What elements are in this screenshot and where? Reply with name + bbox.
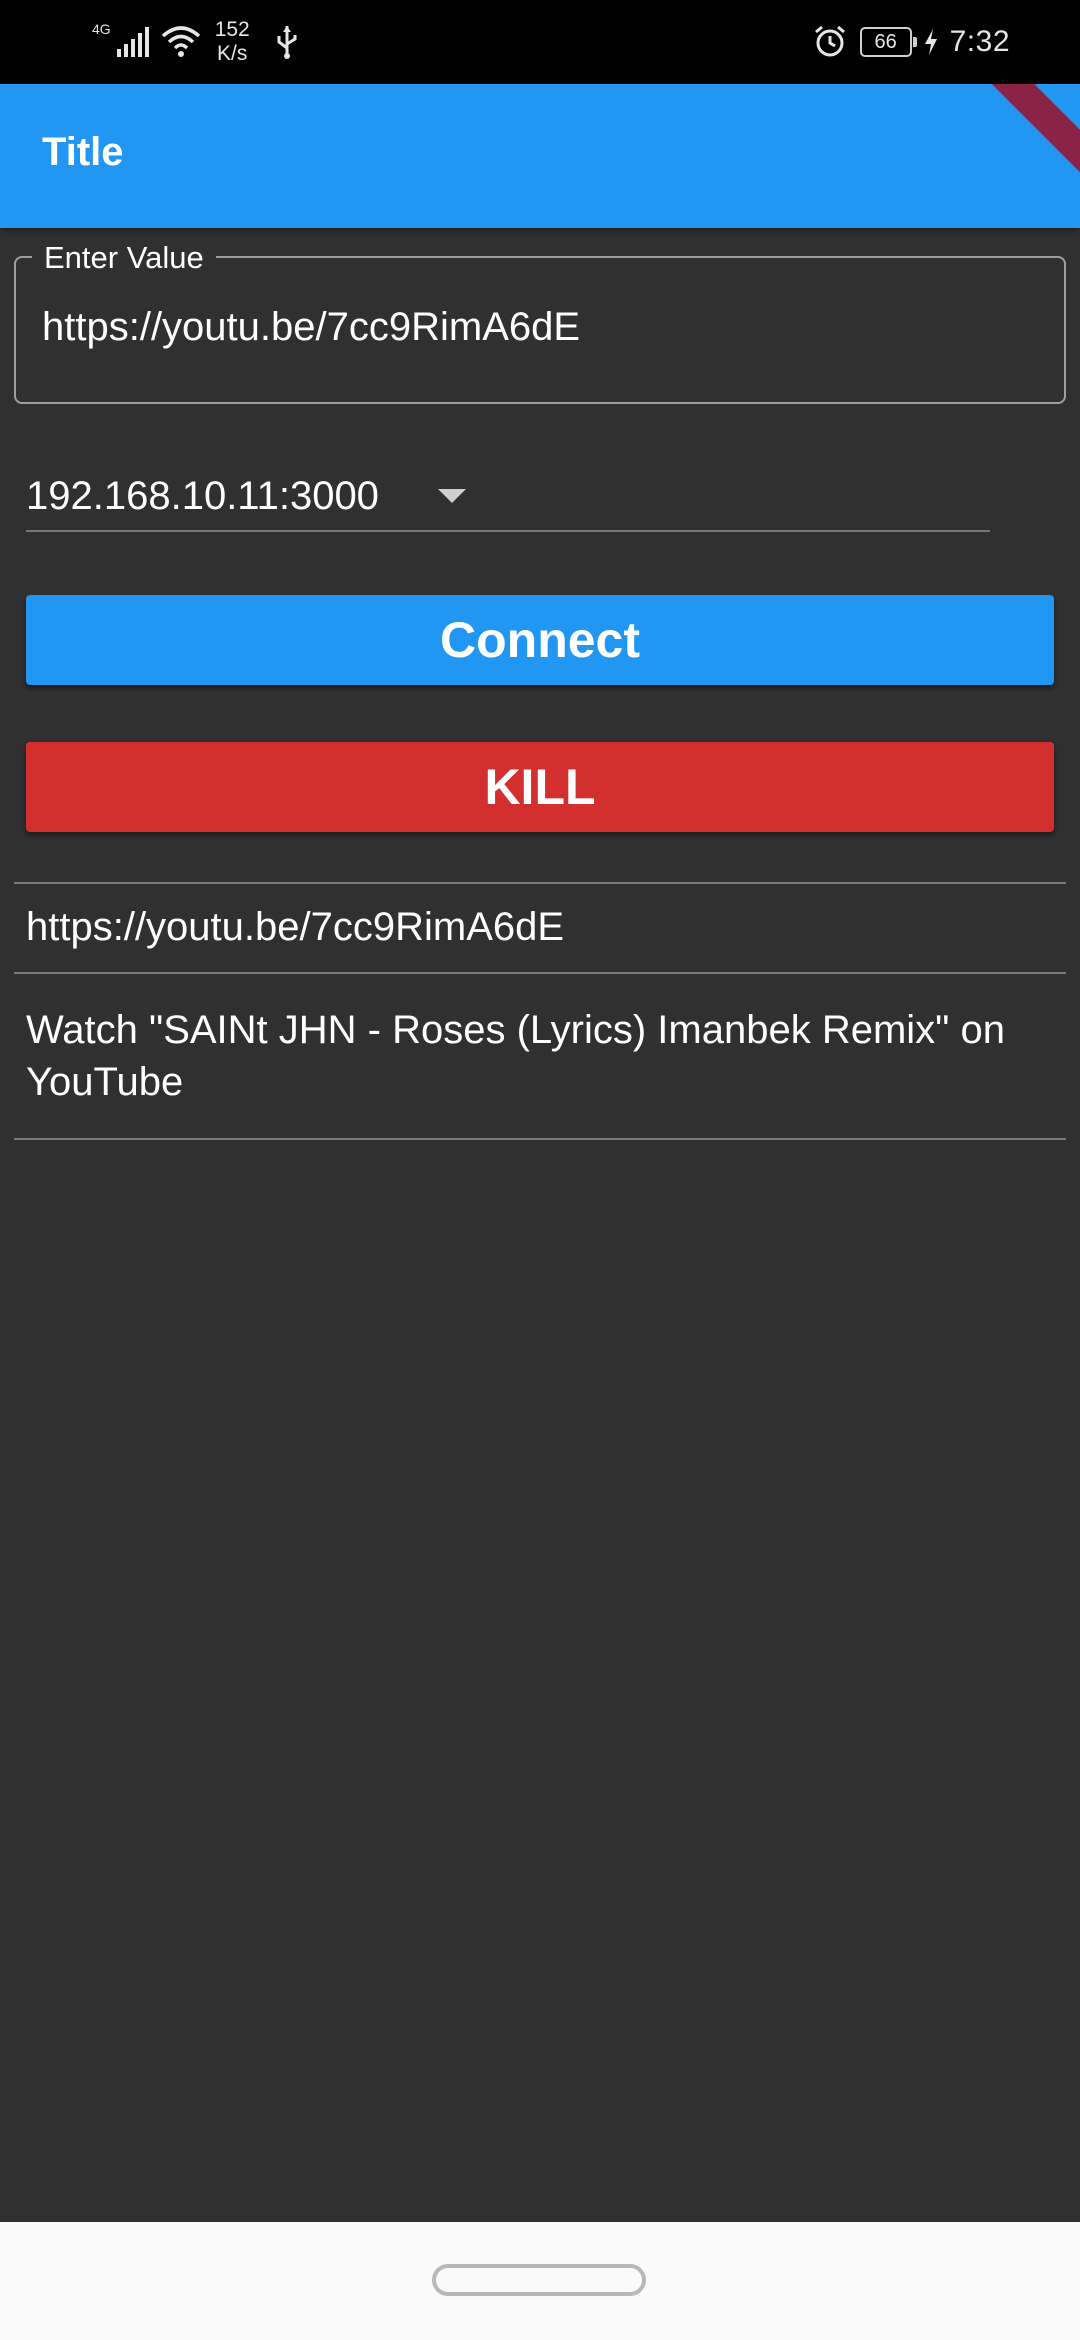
wifi-icon	[161, 26, 200, 57]
page-title: Title	[42, 130, 124, 174]
network-type: 4G	[92, 21, 111, 37]
debug-banner	[968, 84, 1080, 203]
status-bar-right: 66 7:32	[812, 14, 1010, 70]
clock: 7:32	[949, 25, 1010, 58]
network-speed-value: 152	[214, 18, 250, 41]
navigation-bar	[0, 2222, 1080, 2340]
charging-icon	[924, 29, 937, 55]
server-dropdown-value: 192.168.10.11:3000	[26, 474, 379, 518]
list-item[interactable]: Watch "SAINt JHN - Roses (Lyrics) Imanbe…	[14, 974, 1066, 1138]
alarm-icon	[814, 25, 845, 57]
signal-icon	[116, 27, 149, 57]
list-divider	[14, 1138, 1066, 1140]
home-gesture-handle[interactable]	[432, 2264, 646, 2296]
status-bar-left: 4G 152 K/s	[92, 14, 300, 70]
url-input-value[interactable]: https://youtu.be/7cc9RimA6dE	[42, 303, 580, 351]
usb-icon	[277, 26, 297, 59]
battery-icon: 66	[859, 27, 917, 57]
status-bar: 4G 152 K/s 66 7:32	[0, 0, 1080, 84]
app-bar: Title	[0, 84, 1080, 228]
dropdown-arrow-icon	[438, 489, 466, 503]
network-speed-unit: K/s	[217, 42, 248, 65]
network-speed: 152 K/s	[215, 18, 250, 66]
server-dropdown[interactable]: 192.168.10.11:3000	[26, 462, 990, 532]
url-input-label: Enter Value	[32, 240, 216, 276]
list-item[interactable]: https://youtu.be/7cc9RimA6dE	[14, 884, 1066, 972]
message-list: https://youtu.be/7cc9RimA6dE Watch "SAIN…	[14, 882, 1066, 1140]
connect-button[interactable]: Connect	[26, 595, 1054, 685]
kill-button[interactable]: KILL	[26, 742, 1054, 832]
